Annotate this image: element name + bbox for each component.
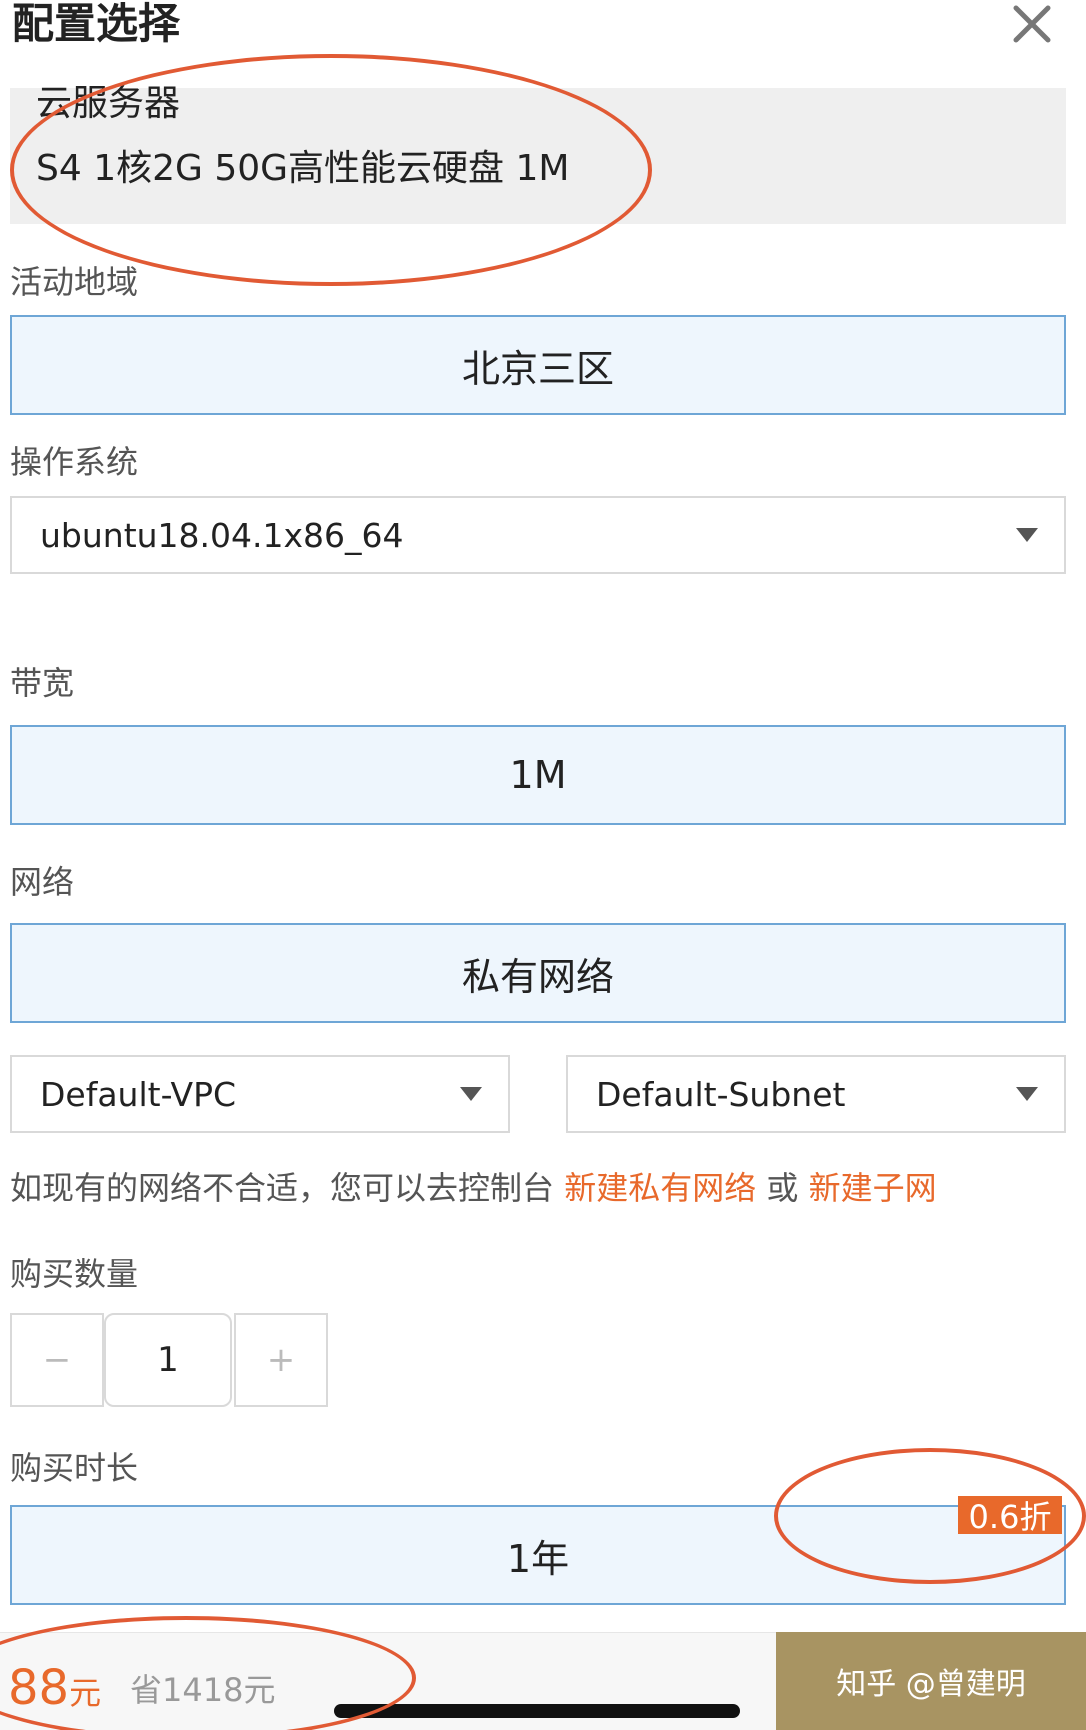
create-subnet-link[interactable]: 新建子网 (809, 1169, 937, 1207)
quantity-stepper[interactable]: 1 (104, 1313, 232, 1407)
page-title: 配置选择 (12, 0, 181, 48)
network-hint-text: 如现有的网络不合适，您可以去控制台 (10, 1169, 555, 1207)
vpc-select[interactable]: Default-VPC (10, 1055, 510, 1133)
product-spec: S4 1核2G 50G高性能云硬盘 1M (36, 148, 570, 189)
home-indicator (334, 1704, 740, 1718)
network-hint: 如现有的网络不合适，您可以去控制台 新建私有网络 或 新建子网 (10, 1168, 937, 1208)
minus-icon: − (42, 1340, 72, 1380)
quantity-decrement-button[interactable]: − (10, 1313, 104, 1407)
region-option[interactable]: 北京三区 (10, 315, 1066, 415)
create-vpc-link[interactable]: 新建私有网络 (564, 1169, 756, 1207)
price-unit: 元 (69, 1674, 102, 1712)
region-label: 活动地域 (10, 263, 139, 301)
os-select-value: ubuntu18.04.1x86_64 (40, 515, 404, 555)
watermark-text: 知乎 @曾建明 (836, 1667, 1026, 1702)
bandwidth-option-text: 1M (509, 753, 567, 797)
network-option-text: 私有网络 (461, 954, 614, 999)
chevron-down-icon (460, 1087, 482, 1101)
discount-badge: 0.6折 (958, 1496, 1062, 1536)
quantity-value: 1 (157, 1340, 179, 1380)
subnet-select[interactable]: Default-Subnet (566, 1055, 1066, 1133)
plus-icon: + (266, 1340, 296, 1380)
subnet-select-value: Default-Subnet (596, 1074, 846, 1114)
quantity-label: 购买数量 (10, 1255, 139, 1293)
region-option-text: 北京三区 (461, 346, 614, 391)
bandwidth-option[interactable]: 1M (10, 725, 1066, 825)
duration-option-text: 1年 (506, 1536, 570, 1581)
chevron-down-icon (1016, 1087, 1038, 1101)
buy-button[interactable]: 知乎 @曾建明 (776, 1632, 1086, 1730)
product-category: 云服务器 (36, 83, 181, 124)
network-option[interactable]: 私有网络 (10, 923, 1066, 1023)
network-label: 网络 (10, 863, 75, 901)
total-price: 88元 (8, 1660, 101, 1721)
saving-text: 省1418元 (130, 1671, 276, 1709)
vpc-select-value: Default-VPC (40, 1074, 237, 1114)
chevron-down-icon (1016, 528, 1038, 542)
os-label: 操作系统 (10, 443, 139, 481)
close-icon[interactable] (1010, 2, 1054, 46)
network-hint-or: 或 (766, 1169, 799, 1207)
price-amount: 88 (8, 1660, 70, 1716)
config-panel: 配置选择 云服务器 S4 1核2G 50G高性能云硬盘 1M 活动地域 北京三区… (0, 0, 1086, 1730)
close-icon-svg (1013, 5, 1051, 43)
bandwidth-label: 带宽 (10, 664, 75, 702)
duration-option[interactable]: 1年 (10, 1505, 1066, 1605)
os-select[interactable]: ubuntu18.04.1x86_64 (10, 496, 1066, 574)
duration-label: 购买时长 (10, 1449, 139, 1487)
quantity-increment-button[interactable]: + (234, 1313, 328, 1407)
